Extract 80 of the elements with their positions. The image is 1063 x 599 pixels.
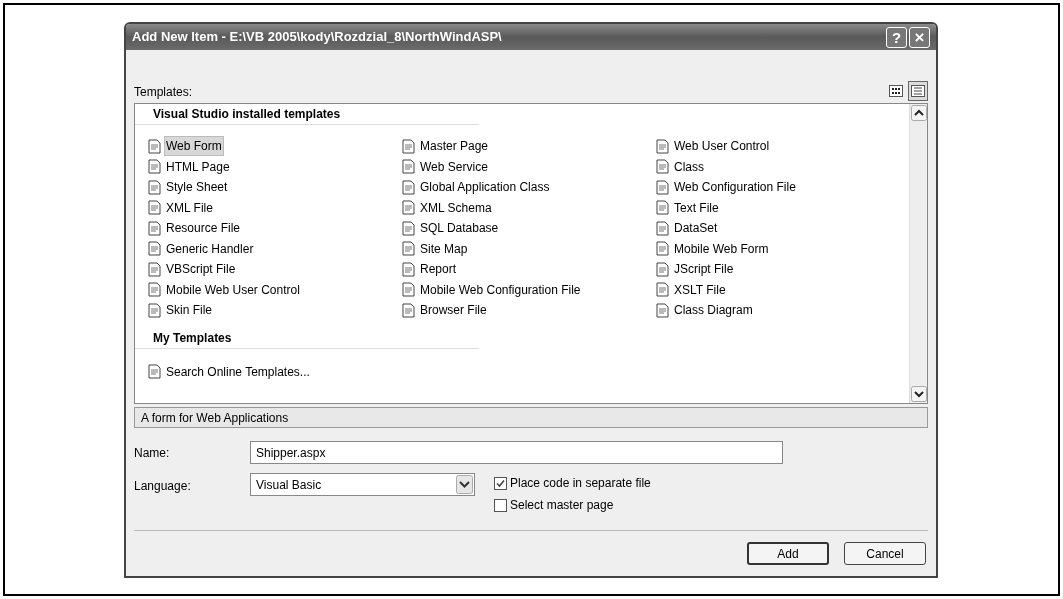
template-item[interactable]: Mobile Web Form [672,238,771,259]
list-view-icon [911,85,925,97]
document-icon [655,138,670,154]
template-item[interactable]: Mobile Web User Control [164,279,302,300]
template-item[interactable]: DataSet [672,218,720,239]
cancel-button[interactable]: Cancel [844,542,926,565]
checkbox[interactable] [494,498,507,512]
group-header: My Templates [135,327,479,349]
template-item[interactable]: Web Service [418,156,490,177]
template-item[interactable]: Web Configuration File [672,177,798,198]
template-item[interactable]: Mobile Web Configuration File [418,279,583,300]
document-icon [655,241,670,257]
name-field[interactable]: Shipper.aspx [250,441,783,464]
template-item[interactable]: Browser File [418,300,489,321]
document-icon [147,364,162,380]
add-button[interactable]: Add [747,542,829,565]
document-icon [147,241,162,257]
document-icon [655,302,670,318]
document-icon [401,302,416,318]
template-item[interactable]: Search Online Templates... [164,361,312,382]
template-item[interactable]: XML Schema [418,197,494,218]
checkbox-label: Place code in separate file [510,475,651,492]
name-label: Name: [134,444,171,462]
small-icons-view-button[interactable] [908,81,928,101]
template-item[interactable]: Text File [672,197,721,218]
document-icon [401,179,416,195]
template-item[interactable]: XML File [164,197,215,218]
document-icon [401,282,416,298]
template-item[interactable]: Class Diagram [672,300,755,321]
scroll-up-icon[interactable] [910,105,927,121]
document-icon [655,179,670,195]
document-icon [401,159,416,175]
template-item[interactable]: Site Map [418,238,470,259]
document-icon [655,282,670,298]
language-label: Language: [134,478,192,495]
help-button[interactable]: ? [886,26,907,48]
language-dropdown[interactable]: Visual Basic [250,473,475,496]
template-item[interactable]: VBScript File [164,259,238,280]
checkbox-label: Select master page [510,497,614,514]
document-icon [147,220,162,236]
document-icon [147,282,162,298]
description-bar: A form for Web Applications [134,407,928,428]
document-icon [147,179,162,195]
grid-view-icon [889,85,903,97]
window-title: Add New Item - E:\VB 2005\kody\Rozdzial_8\NorthWindASP\ [132,28,503,47]
template-item[interactable]: Generic Handler [164,238,256,259]
template-item[interactable]: HTML Page [164,156,232,177]
document-icon [655,159,670,175]
document-icon [147,159,162,175]
document-icon [401,138,416,154]
template-item[interactable]: Web User Control [672,136,772,157]
document-icon [401,200,416,216]
template-item[interactable]: Resource File [164,218,243,239]
group-header: Visual Studio installed templates [135,104,479,125]
template-item[interactable]: Master Page [418,136,491,157]
template-item[interactable]: JScript File [672,259,736,280]
document-icon [401,261,416,277]
close-button[interactable]: × [909,26,930,48]
template-item[interactable]: Style Sheet [164,177,230,198]
document-icon [147,138,162,154]
checkmark-icon [496,478,505,488]
document-icon [147,200,162,216]
template-item[interactable]: Class [672,156,706,177]
document-icon [655,261,670,277]
checkbox[interactable] [494,476,507,490]
document-icon [147,302,162,318]
document-icon [655,220,670,236]
scrollbar[interactable] [909,104,927,403]
template-item[interactable]: Web Form [164,136,224,157]
template-item[interactable]: Skin File [164,300,214,321]
template-item[interactable]: Global Application Class [418,177,552,198]
document-icon [147,261,162,277]
document-icon [655,200,670,216]
scroll-down-icon[interactable] [910,386,927,402]
document-icon [401,220,416,236]
template-item[interactable]: Report [418,259,459,280]
templates-label: Templates: [134,84,193,101]
template-item[interactable]: SQL Database [418,218,501,239]
document-icon [401,241,416,257]
template-item[interactable]: XSLT File [672,279,728,300]
